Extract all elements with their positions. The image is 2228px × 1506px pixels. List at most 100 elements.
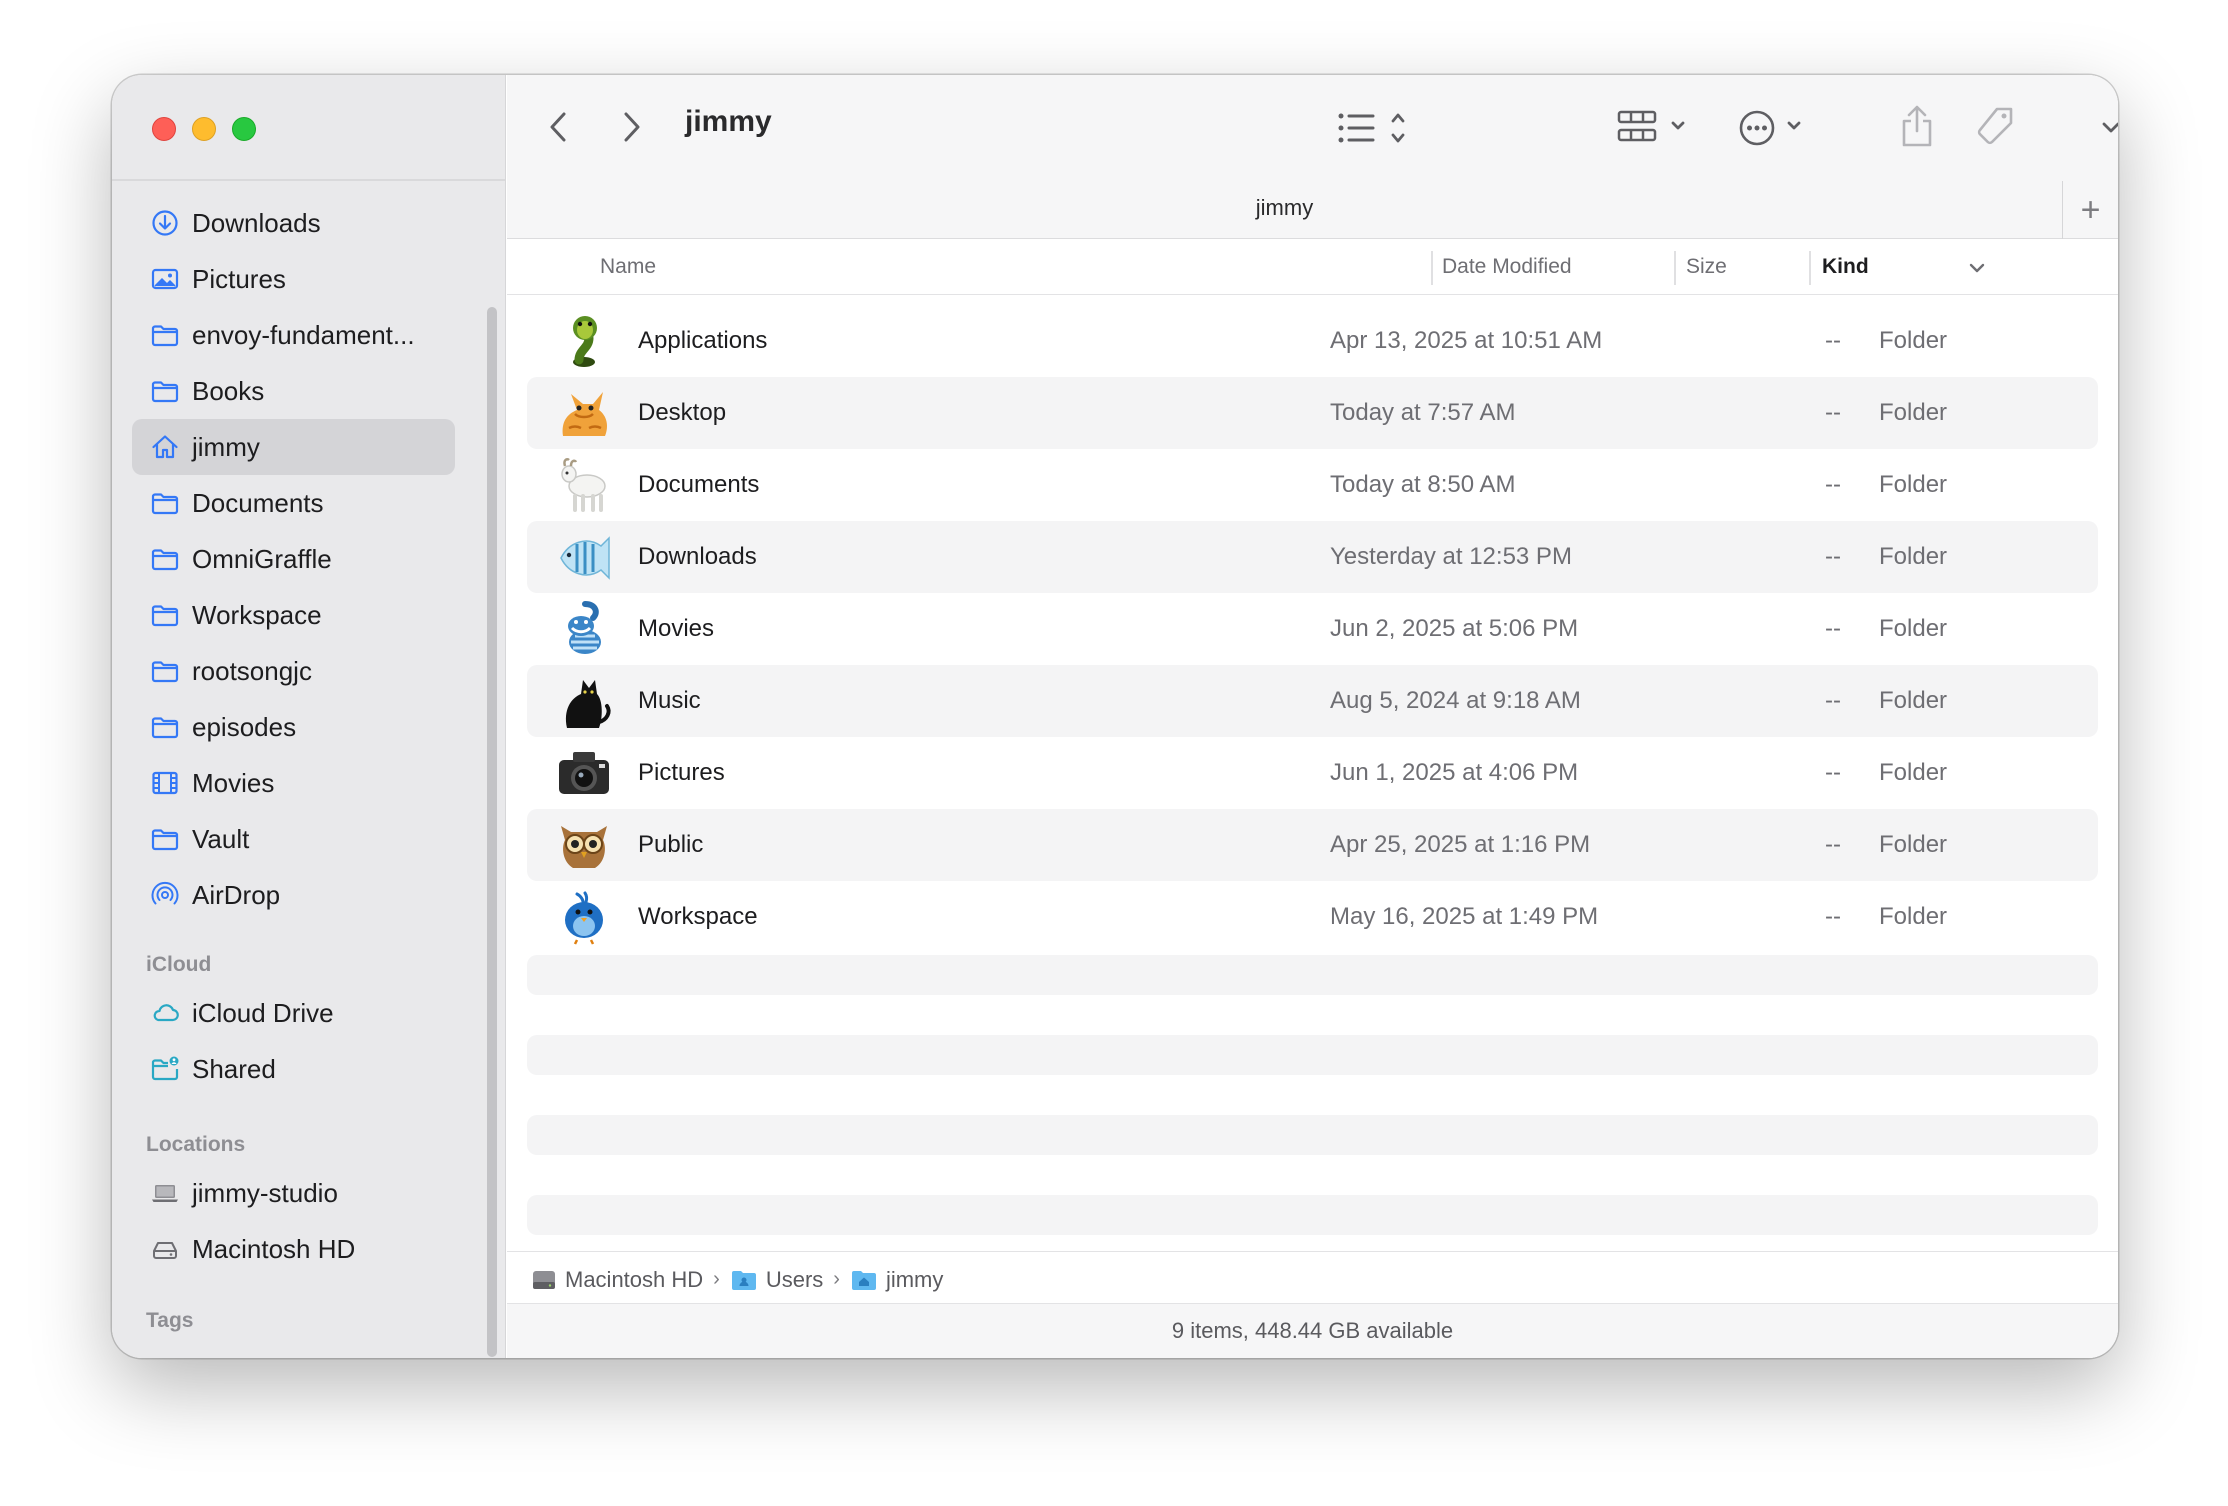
view-options-button[interactable] [1337, 108, 1413, 148]
folder-icon [148, 654, 182, 688]
sidebar-item-downloads[interactable]: Downloads [132, 195, 455, 251]
row-size: -- [1825, 903, 1841, 930]
row-kind: Folder [1879, 831, 1948, 858]
path-separator: › [713, 1268, 720, 1290]
sidebar-item-icloud-drive[interactable]: iCloud Drive [132, 985, 455, 1041]
table-row[interactable]: Movies Jun 2, 2025 at 5:06 PM -- Folder [527, 593, 2098, 665]
sidebar-scrollbar[interactable] [487, 307, 497, 1357]
table-row[interactable]: Pictures Jun 1, 2025 at 4:06 PM -- Folde… [527, 737, 2098, 809]
zoom-button[interactable] [232, 117, 256, 141]
close-button[interactable] [152, 117, 176, 141]
sidebar-item-jimmy-studio[interactable]: jimmy-studio [132, 1165, 455, 1221]
sidebar-item-omnigraffle[interactable]: OmniGraffle [132, 531, 455, 587]
column-name[interactable]: Name [600, 255, 656, 279]
tags-button[interactable] [1973, 105, 2017, 149]
status-text: 9 items, 448.44 GB available [1171, 1318, 1454, 1343]
row-name: Movies [638, 615, 715, 642]
photo-icon [148, 262, 182, 296]
path-item-users[interactable]: Users [730, 1267, 823, 1293]
action-menu-button[interactable] [1737, 108, 1813, 148]
share-button[interactable] [1897, 103, 1937, 149]
new-tab-button[interactable]: + [2062, 181, 2118, 239]
sidebar-item-vault[interactable]: Vault [132, 811, 455, 867]
chevron-down-icon [2102, 122, 2118, 133]
row-size: -- [1825, 831, 1841, 858]
sidebar-item-movies[interactable]: Movies [132, 755, 455, 811]
sidebar-item-airdrop[interactable]: AirDrop [132, 867, 455, 923]
group-button[interactable] [1617, 108, 1693, 148]
chevron-down-icon[interactable] [1967, 259, 1987, 277]
back-button[interactable] [547, 109, 571, 145]
row-name: Downloads [638, 543, 757, 570]
path-item-macintosh-hd[interactable]: Macintosh HD [531, 1267, 703, 1293]
ellipsis-circle-icon [1739, 110, 1801, 146]
more-toolbar-button[interactable] [2099, 113, 2118, 143]
path-bar: Macintosh HD › Users › jimmy [507, 1251, 2118, 1307]
table-row[interactable]: Public Apr 25, 2025 at 1:16 PM -- Folder [527, 809, 2098, 881]
sidebar-item-label: iCloud Drive [192, 997, 334, 1028]
table-row[interactable]: Workspace May 16, 2025 at 1:49 PM -- Fol… [527, 881, 2098, 953]
row-kind: Folder [1879, 759, 1948, 786]
sidebar-item-shared[interactable]: Shared [132, 1041, 455, 1097]
folder-icon [148, 318, 182, 352]
film-icon [148, 766, 182, 800]
row-date: Jun 1, 2025 at 4:06 PM [1330, 759, 1579, 786]
row-kind: Folder [1879, 543, 1948, 570]
row-size: -- [1825, 399, 1841, 426]
row-kind: Folder [1879, 471, 1948, 498]
sidebar-item-workspace[interactable]: Workspace [132, 587, 455, 643]
sidebar-item-envoy[interactable]: envoy-fundament... [132, 307, 455, 363]
tab-bar: jimmy + [507, 181, 2118, 239]
sidebar-item-rootsongjc[interactable]: rootsongjc [132, 643, 455, 699]
sidebar-item-label: AirDrop [192, 879, 281, 910]
table-row[interactable]: Documents Today at 8:50 AM -- Folder [527, 449, 2098, 521]
folder-icon [148, 822, 182, 856]
sidebar-section-icloud: iCloud [146, 953, 212, 976]
row-name: Applications [638, 327, 768, 354]
tab-jimmy[interactable]: jimmy [507, 195, 2062, 221]
table-row[interactable]: Downloads Yesterday at 12:53 PM -- Folde… [527, 521, 2098, 593]
sidebar-item-jimmy[interactable]: jimmy [132, 419, 455, 475]
laptop-icon [148, 1176, 182, 1210]
window-title: jimmy [685, 105, 772, 138]
row-date: Today at 8:50 AM [1330, 471, 1516, 498]
column-date-modified[interactable]: Date Modified [1442, 255, 1572, 279]
sidebar-item-pictures[interactable]: Pictures [132, 251, 455, 307]
forward-button[interactable] [619, 109, 643, 145]
row-date: Yesterday at 12:53 PM [1330, 543, 1572, 570]
path-item-label: Users [765, 1266, 824, 1292]
row-date: Apr 25, 2025 at 1:16 PM [1330, 831, 1591, 858]
column-size[interactable]: Size [1686, 255, 1727, 279]
sidebar-item-label: Books [192, 375, 265, 406]
sidebar-divider [112, 179, 505, 181]
sidebar: Downloads Pictures envoy-fundament... Bo… [112, 75, 506, 1358]
sidebar-item-label: Workspace [192, 599, 322, 630]
disk-icon [148, 1232, 182, 1266]
sidebar-item-label: episodes [192, 711, 297, 742]
column-kind[interactable]: Kind [1822, 255, 1869, 279]
column-separator[interactable] [1674, 251, 1676, 285]
sidebar-item-label: OmniGraffle [192, 543, 332, 574]
sidebar-item-episodes[interactable]: episodes [132, 699, 455, 755]
cat-icon [562, 392, 607, 436]
sidebar-item-books[interactable]: Books [132, 363, 455, 419]
row-size: -- [1825, 615, 1841, 642]
table-row[interactable]: Desktop Today at 7:57 AM -- Folder [527, 377, 2098, 449]
sidebar-item-documents[interactable]: Documents [132, 475, 455, 531]
row-size: -- [1825, 687, 1841, 714]
sidebar-item-macintosh-hd[interactable]: Macintosh HD [132, 1221, 455, 1277]
column-separator[interactable] [1809, 251, 1811, 285]
column-separator[interactable] [1431, 251, 1433, 285]
minimize-button[interactable] [192, 117, 216, 141]
path-item-label: jimmy [885, 1266, 944, 1292]
path-item-jimmy[interactable]: jimmy [850, 1267, 943, 1293]
sidebar-item-label: Macintosh HD [192, 1233, 356, 1264]
owl-icon [561, 826, 607, 868]
table-row[interactable]: Music Aug 5, 2024 at 9:18 AM -- Folder [527, 665, 2098, 737]
path-separator: › [833, 1268, 840, 1290]
table-row[interactable]: Applications Apr 13, 2025 at 10:51 AM --… [527, 305, 2098, 377]
row-size: -- [1825, 327, 1841, 354]
sidebar-item-label: Vault [192, 823, 250, 854]
folder-icon [148, 542, 182, 576]
toolbar: jimmy [507, 75, 2118, 181]
